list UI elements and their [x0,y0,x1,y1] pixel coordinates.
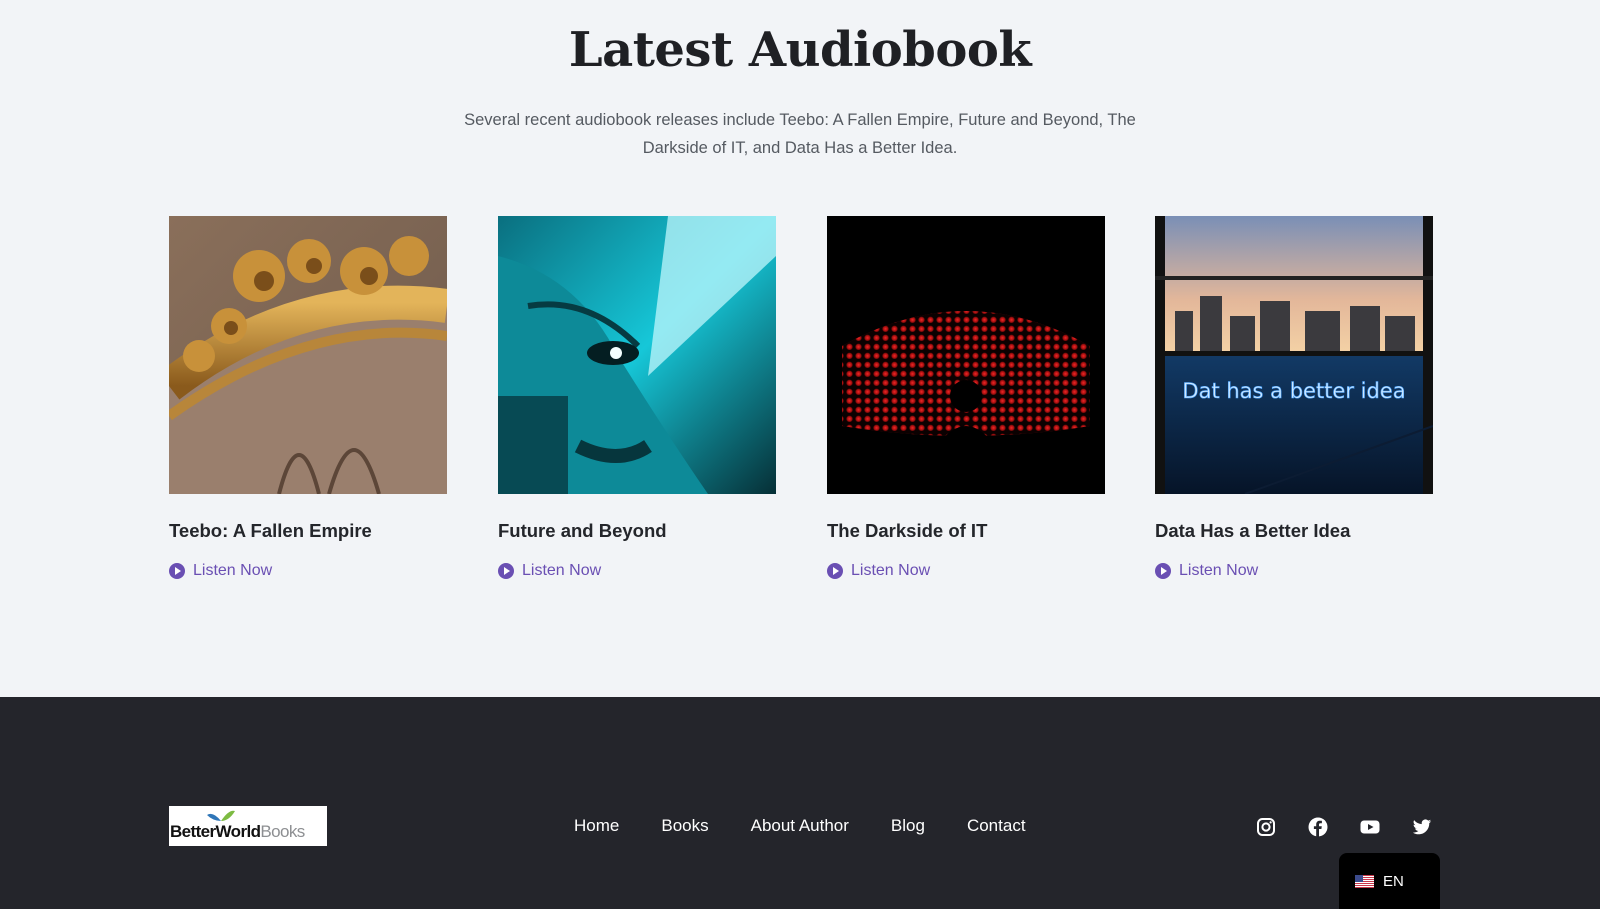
listen-now-label: Listen Now [1179,562,1259,579]
facebook-icon[interactable] [1308,817,1328,837]
instagram-icon[interactable] [1256,817,1276,837]
play-icon [498,563,514,579]
listen-now-link[interactable]: Listen Now [827,562,1105,580]
nav-contact[interactable]: Contact [967,816,1026,836]
play-icon [1155,563,1171,579]
listen-now-label: Listen Now [193,562,273,579]
nav-about-author[interactable]: About Author [751,816,849,836]
twitter-icon[interactable] [1412,817,1432,837]
book-title[interactable]: Teebo: A Fallen Empire [169,520,447,542]
language-code: EN [1383,872,1404,890]
section-subtitle: Several recent audiobook releases includ… [464,111,1136,157]
youtube-icon[interactable] [1360,817,1380,837]
book-card: Teebo: A Fallen Empire Listen Now [169,216,447,580]
leaf-icon [207,810,235,821]
nav-home[interactable]: Home [574,816,619,836]
listen-now-link[interactable]: Listen Now [1155,562,1433,580]
language-switcher[interactable]: EN [1339,853,1440,909]
play-icon [169,563,185,579]
book-cover-image[interactable] [827,216,1105,494]
latest-audiobook-section: Latest Audiobook Several recent audioboo… [0,0,1600,697]
listen-now-link[interactable]: Listen Now [498,562,776,580]
book-cover-image[interactable] [498,216,776,494]
book-card: The Darkside of IT Listen Now [827,216,1105,580]
play-icon [827,563,843,579]
book-title[interactable]: The Darkside of IT [827,520,1105,542]
footer-nav: Home Books About Author Blog Contact [574,816,1026,836]
logo-text-bold: BetterWorld [170,822,261,841]
betterworldbooks-logo[interactable]: BetterWorldBooks [169,806,327,846]
social-links [1256,817,1432,837]
nav-books[interactable]: Books [661,816,708,836]
book-cover-image[interactable] [169,216,447,494]
nav-blog[interactable]: Blog [891,816,925,836]
listen-now-label: Listen Now [522,562,602,579]
book-title[interactable]: Future and Beyond [498,520,776,542]
site-footer: BetterWorldBooks Home Books About Author… [0,697,1600,909]
neon-sign-text: Dat has a better idea [1182,379,1405,403]
listen-now-label: Listen Now [851,562,931,579]
listen-now-link[interactable]: Listen Now [169,562,447,580]
book-title[interactable]: Data Has a Better Idea [1155,520,1433,542]
us-flag-icon [1355,874,1374,888]
section-title: Latest Audiobook [568,22,1032,78]
logo-text: BetterWorldBooks [170,822,305,842]
book-card: Future and Beyond Listen Now [498,216,776,580]
book-cover-image[interactable]: Dat has a better idea [1155,216,1433,494]
book-card: Dat has a better idea Data Has a Better … [1155,216,1433,580]
logo-text-light: Books [260,822,305,841]
